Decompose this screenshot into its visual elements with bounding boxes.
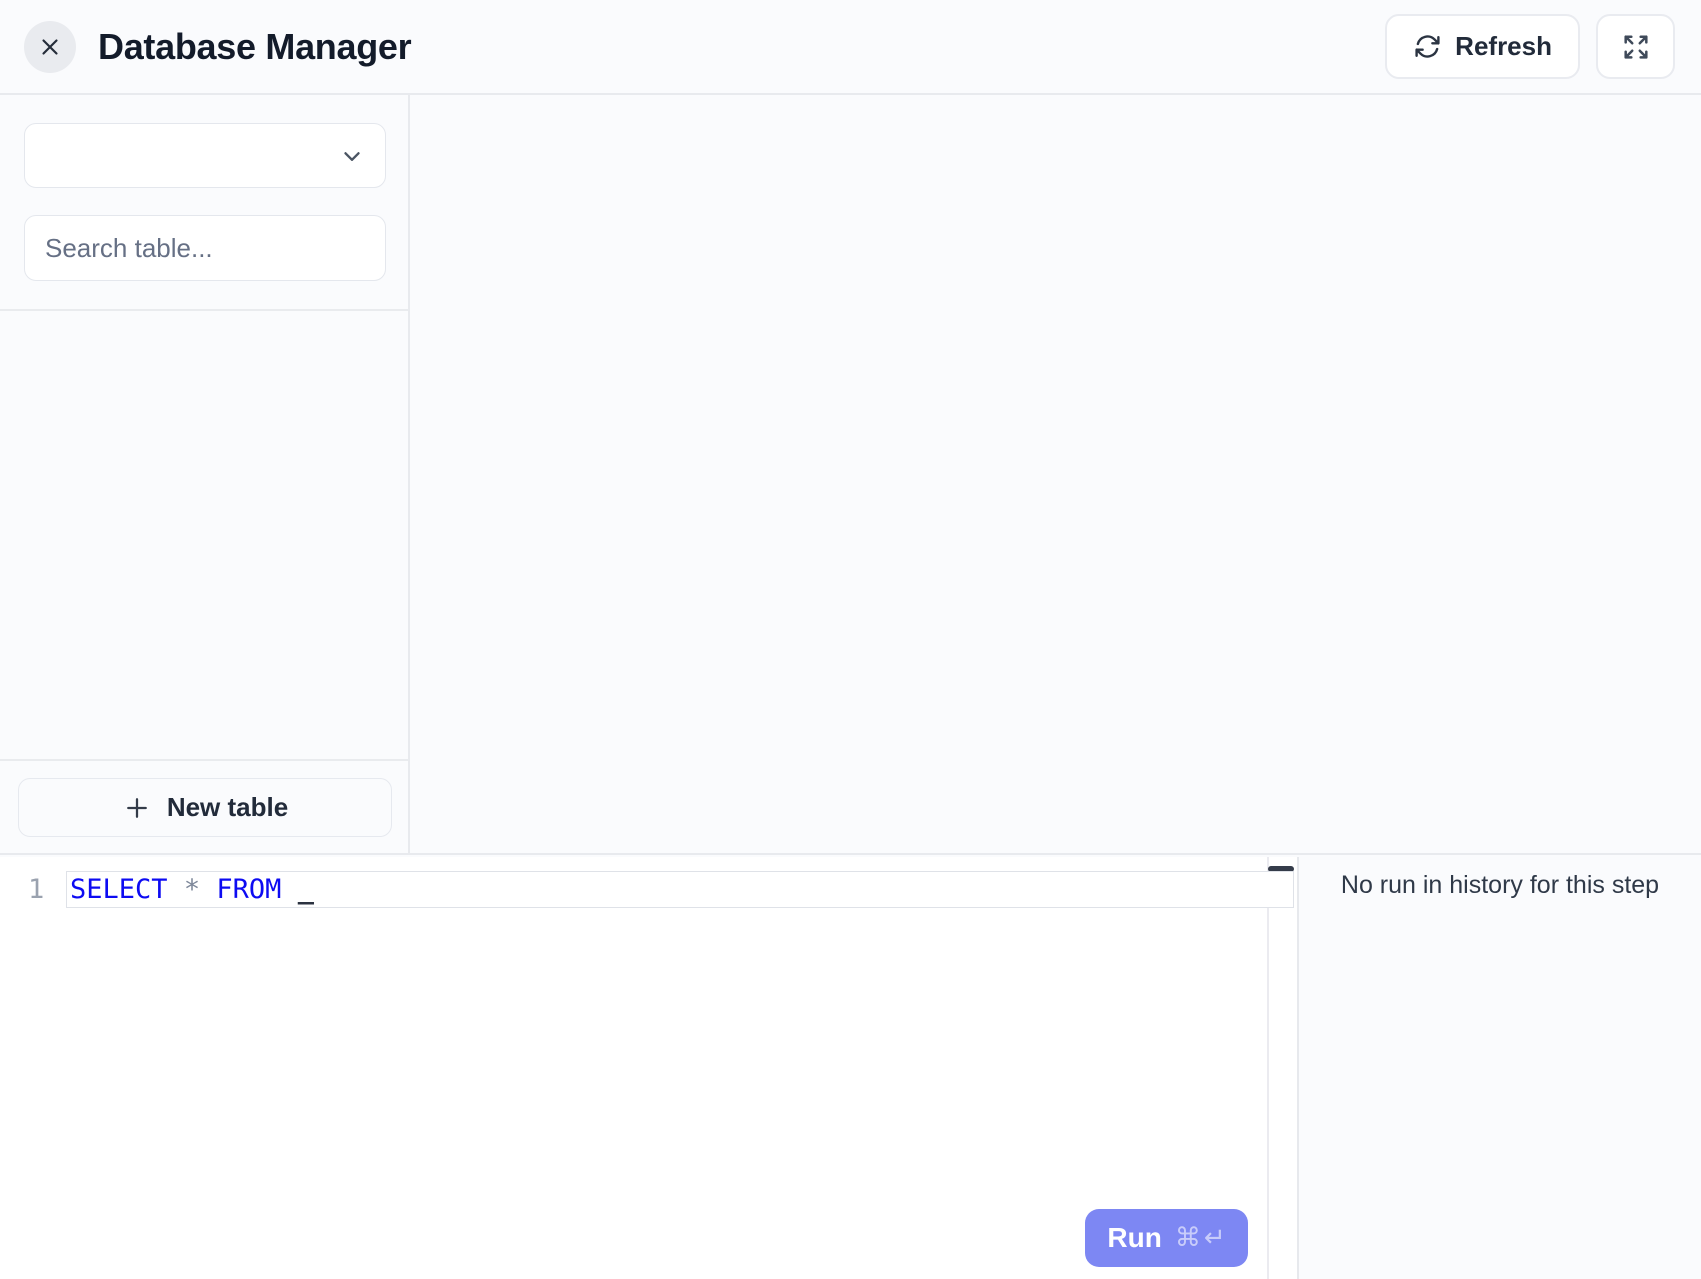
editor-scrollbar-track [1267,857,1269,1279]
main-content-empty [412,95,1701,853]
refresh-icon [1413,32,1442,61]
workspace-body: New table [0,95,1701,855]
database-select[interactable] [24,123,386,188]
refresh-button[interactable]: Refresh [1385,14,1580,79]
plus-icon [122,793,152,823]
return-icon: ↵ [1204,1223,1226,1253]
search-table-input[interactable] [24,215,386,281]
close-button[interactable] [24,21,76,73]
sql-code-line[interactable]: SELECT * FROM _ [66,871,1294,908]
text-cursor: _ [298,874,314,905]
expand-icon [1621,32,1651,62]
sidebar: New table [0,95,410,853]
new-table-button[interactable]: New table [18,778,392,837]
run-history-panel: No run in history for this step [1299,857,1701,1279]
chevron-down-icon [339,143,365,169]
new-table-button-label: New table [167,792,288,823]
command-icon: ⌘ [1175,1223,1201,1253]
line-number: 1 [28,871,44,908]
header: Database Manager Refresh [0,0,1701,95]
run-button-label: Run [1107,1222,1161,1254]
sql-keyword-select: SELECT [70,874,168,905]
refresh-button-label: Refresh [1455,31,1552,62]
expand-button[interactable] [1596,14,1675,79]
sql-star-operator: * [184,874,200,905]
sql-keyword-from: FROM [216,874,281,905]
run-shortcut: ⌘↵ [1175,1223,1226,1253]
close-icon [37,34,63,60]
sql-editor-panel[interactable]: 1 SELECT * FROM _ Run ⌘↵ [0,857,1299,1279]
run-button[interactable]: Run ⌘↵ [1085,1209,1248,1267]
sidebar-divider-bottom [0,759,408,761]
history-empty-message: No run in history for this step [1299,869,1701,901]
page-title: Database Manager [98,26,411,68]
table-list-empty [0,311,408,759]
